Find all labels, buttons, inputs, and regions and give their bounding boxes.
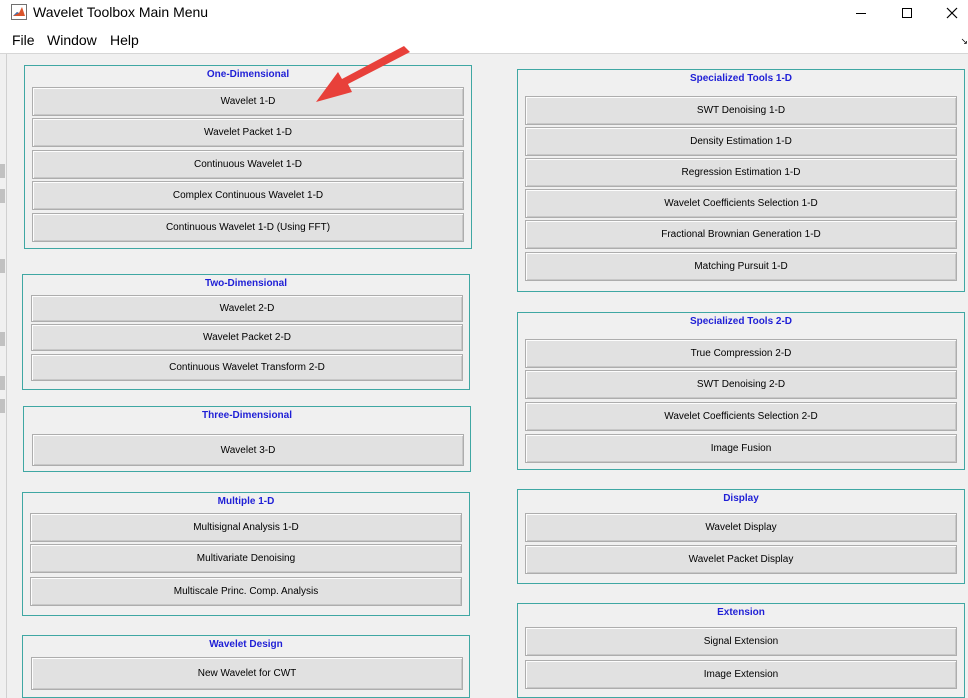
new-wavelet-for-cwt-button[interactable]: New Wavelet for CWT xyxy=(31,657,463,690)
swt-denoising-1d-button[interactable]: SWT Denoising 1-D xyxy=(525,96,957,125)
panel-extension: Extension Signal Extension Image Extensi… xyxy=(517,603,965,698)
signal-extension-button[interactable]: Signal Extension xyxy=(525,627,957,656)
fractional-brownian-generation-1d-button[interactable]: Fractional Brownian Generation 1-D xyxy=(525,220,957,249)
matlab-app-icon xyxy=(11,4,27,20)
density-estimation-1d-button[interactable]: Density Estimation 1-D xyxy=(525,127,957,156)
title-bar: Wavelet Toolbox Main Menu xyxy=(0,0,968,26)
regression-estimation-1d-button[interactable]: Regression Estimation 1-D xyxy=(525,158,957,187)
matching-pursuit-1d-button[interactable]: Matching Pursuit 1-D xyxy=(525,252,957,281)
multiscale-pca-button[interactable]: Multiscale Princ. Comp. Analysis xyxy=(30,577,462,606)
panel-title: Two-Dimensional xyxy=(204,278,288,289)
window-title: Wavelet Toolbox Main Menu xyxy=(33,4,209,20)
continuous-wavelet-transform-2d-button[interactable]: Continuous Wavelet Transform 2-D xyxy=(31,354,463,381)
panel-two-dimensional: Two-Dimensional Wavelet 2-D Wavelet Pack… xyxy=(22,274,470,390)
image-fusion-button[interactable]: Image Fusion xyxy=(525,434,957,463)
wavelet-packet-2d-button[interactable]: Wavelet Packet 2-D xyxy=(31,324,463,351)
panel-three-dimensional: Three-Dimensional Wavelet 3-D xyxy=(23,406,471,472)
continuous-wavelet-1d-button[interactable]: Continuous Wavelet 1-D xyxy=(32,150,464,179)
menu-help[interactable]: Help xyxy=(110,32,139,48)
wavelet-2d-button[interactable]: Wavelet 2-D xyxy=(31,295,463,322)
multivariate-denoising-button[interactable]: Multivariate Denoising xyxy=(30,544,462,573)
panel-title: One-Dimensional xyxy=(206,69,290,80)
complex-continuous-wavelet-1d-button[interactable]: Complex Continuous Wavelet 1-D xyxy=(32,181,464,210)
wavelet-display-button[interactable]: Wavelet Display xyxy=(525,513,957,542)
menu-window[interactable]: Window xyxy=(47,32,97,48)
panel-wavelet-design: Wavelet Design New Wavelet for CWT xyxy=(22,635,470,698)
image-extension-button[interactable]: Image Extension xyxy=(525,660,957,689)
minimize-icon xyxy=(856,13,866,14)
panel-title: Specialized Tools 2-D xyxy=(689,316,793,327)
wavelet-packet-display-button[interactable]: Wavelet Packet Display xyxy=(525,545,957,574)
left-window-edge xyxy=(0,54,7,698)
panel-specialized-tools-1d: Specialized Tools 1-D SWT Denoising 1-D … xyxy=(517,69,965,292)
minimize-button[interactable] xyxy=(838,0,884,26)
wavelet-3d-button[interactable]: Wavelet 3-D xyxy=(32,434,464,466)
maximize-icon xyxy=(902,8,912,18)
close-button[interactable] xyxy=(929,0,968,26)
wavelet-packet-1d-button[interactable]: Wavelet Packet 1-D xyxy=(32,118,464,147)
panel-title: Multiple 1-D xyxy=(217,496,275,507)
close-icon xyxy=(946,7,958,19)
multisignal-analysis-1d-button[interactable]: Multisignal Analysis 1-D xyxy=(30,513,462,542)
wavelet-coefficients-selection-2d-button[interactable]: Wavelet Coefficients Selection 2-D xyxy=(525,402,957,431)
panel-one-dimensional: One-Dimensional Wavelet 1-D Wavelet Pack… xyxy=(24,65,472,249)
panel-display: Display Wavelet Display Wavelet Packet D… xyxy=(517,489,965,584)
maximize-button[interactable] xyxy=(884,0,930,26)
wavelet-coefficients-selection-1d-button[interactable]: Wavelet Coefficients Selection 1-D xyxy=(525,189,957,218)
panel-title: Three-Dimensional xyxy=(201,410,293,421)
true-compression-2d-button[interactable]: True Compression 2-D xyxy=(525,339,957,368)
panel-title: Extension xyxy=(717,607,765,618)
menu-overflow-icon: ↘ xyxy=(960,36,968,46)
panel-title: Display xyxy=(723,493,759,504)
wavelet-1d-button[interactable]: Wavelet 1-D xyxy=(32,87,464,116)
menu-bar: File Window Help ↘ xyxy=(0,26,968,54)
panel-title: Specialized Tools 1-D xyxy=(689,73,793,84)
panel-title: Wavelet Design xyxy=(209,639,283,650)
menu-file[interactable]: File xyxy=(12,32,35,48)
continuous-wavelet-1d-fft-button[interactable]: Continuous Wavelet 1-D (Using FFT) xyxy=(32,213,464,242)
panel-specialized-tools-2d: Specialized Tools 2-D True Compression 2… xyxy=(517,312,965,470)
panel-multiple-1d: Multiple 1-D Multisignal Analysis 1-D Mu… xyxy=(22,492,470,616)
swt-denoising-2d-button[interactable]: SWT Denoising 2-D xyxy=(525,370,957,399)
